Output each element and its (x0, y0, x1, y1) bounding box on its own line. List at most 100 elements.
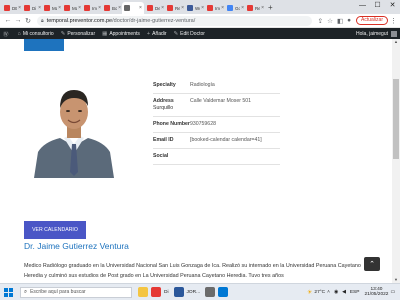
wp-admin-item[interactable]: + Añadir (147, 31, 167, 37)
tab-title: Ma (72, 5, 78, 11)
maximize-button[interactable]: ☐ (370, 0, 385, 12)
volume-icon[interactable]: ◀ (342, 290, 346, 295)
scroll-to-top-button[interactable]: ⌃ (364, 257, 380, 271)
browser-tab[interactable]: Re × (165, 2, 184, 14)
profile-icon[interactable]: ● (347, 17, 351, 24)
detail-label: Address Surquillo (153, 98, 190, 112)
forward-arrow-icon[interactable]: → (13, 17, 23, 24)
doctor-bio: Medico Radiólogo graduado en la Universi… (24, 263, 361, 279)
wp-admin-item-label: Appointments (109, 30, 140, 37)
browser-tab[interactable]: Bo × (102, 2, 121, 14)
wp-admin-item[interactable]: ⌂ Mi consultorio (18, 31, 54, 37)
tab-close-icon[interactable]: × (241, 5, 244, 11)
photos-icon[interactable] (218, 287, 229, 297)
network-icon[interactable]: ◉ (334, 290, 338, 295)
browser-tab[interactable]: Ma × (42, 2, 61, 14)
update-browser-button[interactable]: Actualizar (356, 16, 388, 25)
browser-tab[interactable]: De × (145, 2, 164, 14)
word-icon[interactable] (173, 287, 184, 297)
clock[interactable]: 13:40 21/05/2022 (364, 287, 388, 298)
wp-admin-item-label: Mi consultorio (22, 30, 54, 37)
detail-label: Specialty (153, 82, 190, 89)
tab-favicon-icon (64, 5, 70, 11)
taskbar-search-input[interactable]: ⌕ Escribe aquí para buscar (20, 286, 132, 298)
home-icon: ⌂ (17, 30, 21, 37)
detail-row: Social (153, 149, 280, 165)
tab-close-icon[interactable]: × (18, 5, 21, 11)
detail-subvalue: Surquillo (153, 105, 174, 111)
scrollbar-thumb[interactable] (393, 79, 399, 159)
close-window-button[interactable]: ✕ (385, 0, 400, 12)
tab-close-icon[interactable]: × (261, 5, 264, 11)
tab-close-icon[interactable]: × (139, 5, 142, 11)
wp-admin-item[interactable]: ✎ Personalizar (61, 31, 95, 37)
new-tab-icon[interactable]: + (268, 2, 273, 14)
lock-icon[interactable]: 🔒︎ (41, 18, 44, 24)
taskbar-search-placeholder: Escribe aquí para buscar (30, 289, 86, 295)
tab-close-icon[interactable]: × (181, 5, 184, 11)
language-indicator[interactable]: ESP (350, 290, 360, 295)
tab-favicon-icon (167, 5, 173, 11)
wp-admin-item[interactable]: ▦ Appointments (102, 31, 140, 37)
browser-tab[interactable]: Re × (245, 2, 264, 14)
tab-title: Wo (195, 5, 200, 11)
tab-close-icon[interactable]: × (58, 5, 61, 11)
detail-key: Address (153, 98, 174, 104)
wp-admin-item-label: Edit Doctor (180, 30, 205, 37)
store-icon[interactable] (205, 287, 216, 297)
bookmark-star-icon[interactable]: ☆ (327, 17, 333, 25)
taskbar-app-label[interactable]: JOR... (187, 290, 201, 295)
browser-tab[interactable]: Ma × (62, 2, 81, 14)
tray-chevron-icon[interactable]: ˄ (327, 290, 330, 295)
browser-menu-icon[interactable]: ⋮ (390, 17, 397, 25)
wp-admin-item[interactable]: ✎ Edit Doctor (174, 31, 205, 37)
tab-close-icon[interactable]: × (161, 5, 164, 11)
back-arrow-icon[interactable]: ← (3, 17, 13, 24)
tab-favicon-icon (44, 5, 50, 11)
browser-tab[interactable]: Di × (22, 2, 41, 14)
page-scrollbar[interactable]: ▲ ▼ (392, 39, 400, 283)
browser-tab[interactable]: Im × (82, 2, 101, 14)
browser-tab[interactable]: DE × (2, 2, 21, 14)
url-text: temporal.preventor.com.pe/doctor/dr-jaim… (47, 18, 196, 24)
url-input[interactable]: 🔒︎ temporal.preventor.com.pe/doctor/dr-j… (37, 15, 312, 26)
share-icon[interactable]: ⇪ (318, 17, 323, 25)
tab-favicon-icon (84, 5, 90, 11)
chevron-up-icon: ⌃ (369, 261, 375, 268)
browser-tab[interactable]: Im × (205, 2, 224, 14)
browser-tab[interactable]: Wo× (185, 2, 204, 14)
taskbar-app-label[interactable]: Di (164, 290, 169, 295)
pencil-icon: ✎ (173, 30, 179, 37)
calendar-icon: ▦ (102, 30, 108, 37)
detail-value (190, 153, 280, 160)
browser-tab[interactable]: Go × (225, 2, 244, 14)
detail-key: Phone Number (153, 121, 190, 127)
wp-account[interactable]: Hola, jaimegut (356, 30, 397, 37)
tab-close-icon[interactable]: × (98, 5, 101, 11)
page-content: Specialty Radiología Address Surquillo Calle… (0, 39, 392, 283)
search-icon: ⌕ (24, 288, 28, 295)
tab-close-icon[interactable]: × (118, 5, 121, 11)
weather-sun-icon[interactable]: ☀ (307, 289, 312, 296)
sidebar-icon[interactable]: ◧ (337, 17, 343, 25)
tab-title: DE (12, 5, 18, 11)
tab-close-icon[interactable]: × (201, 5, 204, 11)
reload-icon[interactable]: ↻ (23, 17, 33, 25)
wp-admin-item[interactable]: Ⓦ (3, 30, 11, 38)
file-explorer-icon[interactable] (138, 287, 148, 297)
weather-temp[interactable]: 27°C (314, 290, 325, 295)
chrome-icon[interactable] (151, 287, 161, 297)
windows-start-icon[interactable] (3, 287, 14, 298)
minimize-button[interactable]: — (355, 0, 370, 12)
doctor-photo (28, 72, 120, 178)
detail-label: Social (153, 153, 190, 160)
tab-close-icon[interactable]: × (221, 5, 224, 11)
tab-close-icon[interactable]: × (38, 5, 41, 11)
wp-admin-bar: Ⓦ ⌂ Mi consultorio ✎ Personalizar ▦ Appointmen… (0, 28, 400, 39)
tab-title: Im (92, 5, 97, 11)
scroll-up-arrow-icon[interactable]: ▲ (392, 39, 400, 45)
view-calendar-button[interactable]: VER CALENDARIO (24, 221, 86, 239)
browser-tab[interactable]: × (122, 2, 144, 14)
notifications-icon[interactable]: ▭ (390, 290, 395, 295)
tab-close-icon[interactable]: × (78, 5, 81, 11)
